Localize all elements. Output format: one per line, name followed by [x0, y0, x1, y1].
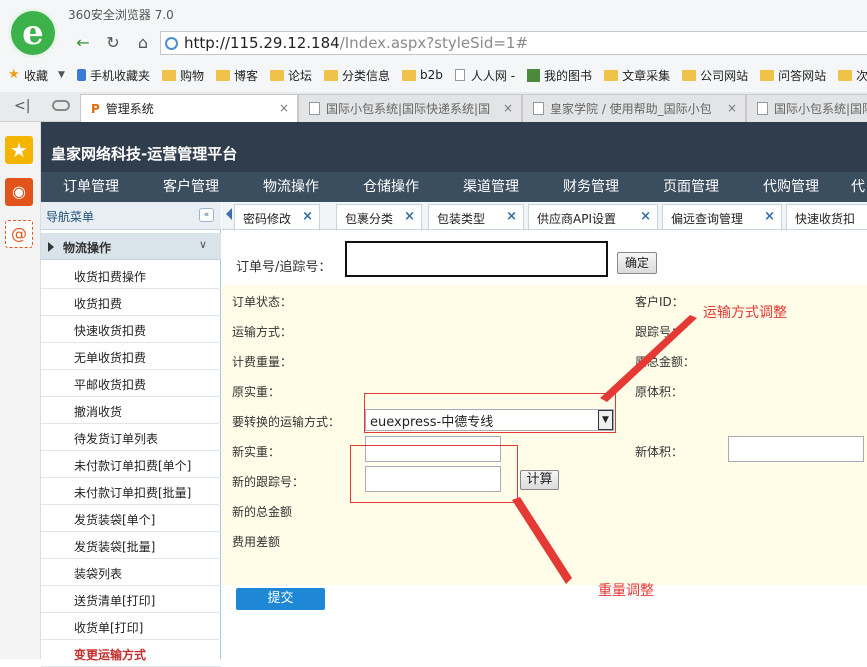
annotation-arrows: [512, 315, 697, 584]
arrow-to-weight-inputs: [512, 497, 572, 584]
arrow-to-shipping-select: [600, 315, 697, 402]
